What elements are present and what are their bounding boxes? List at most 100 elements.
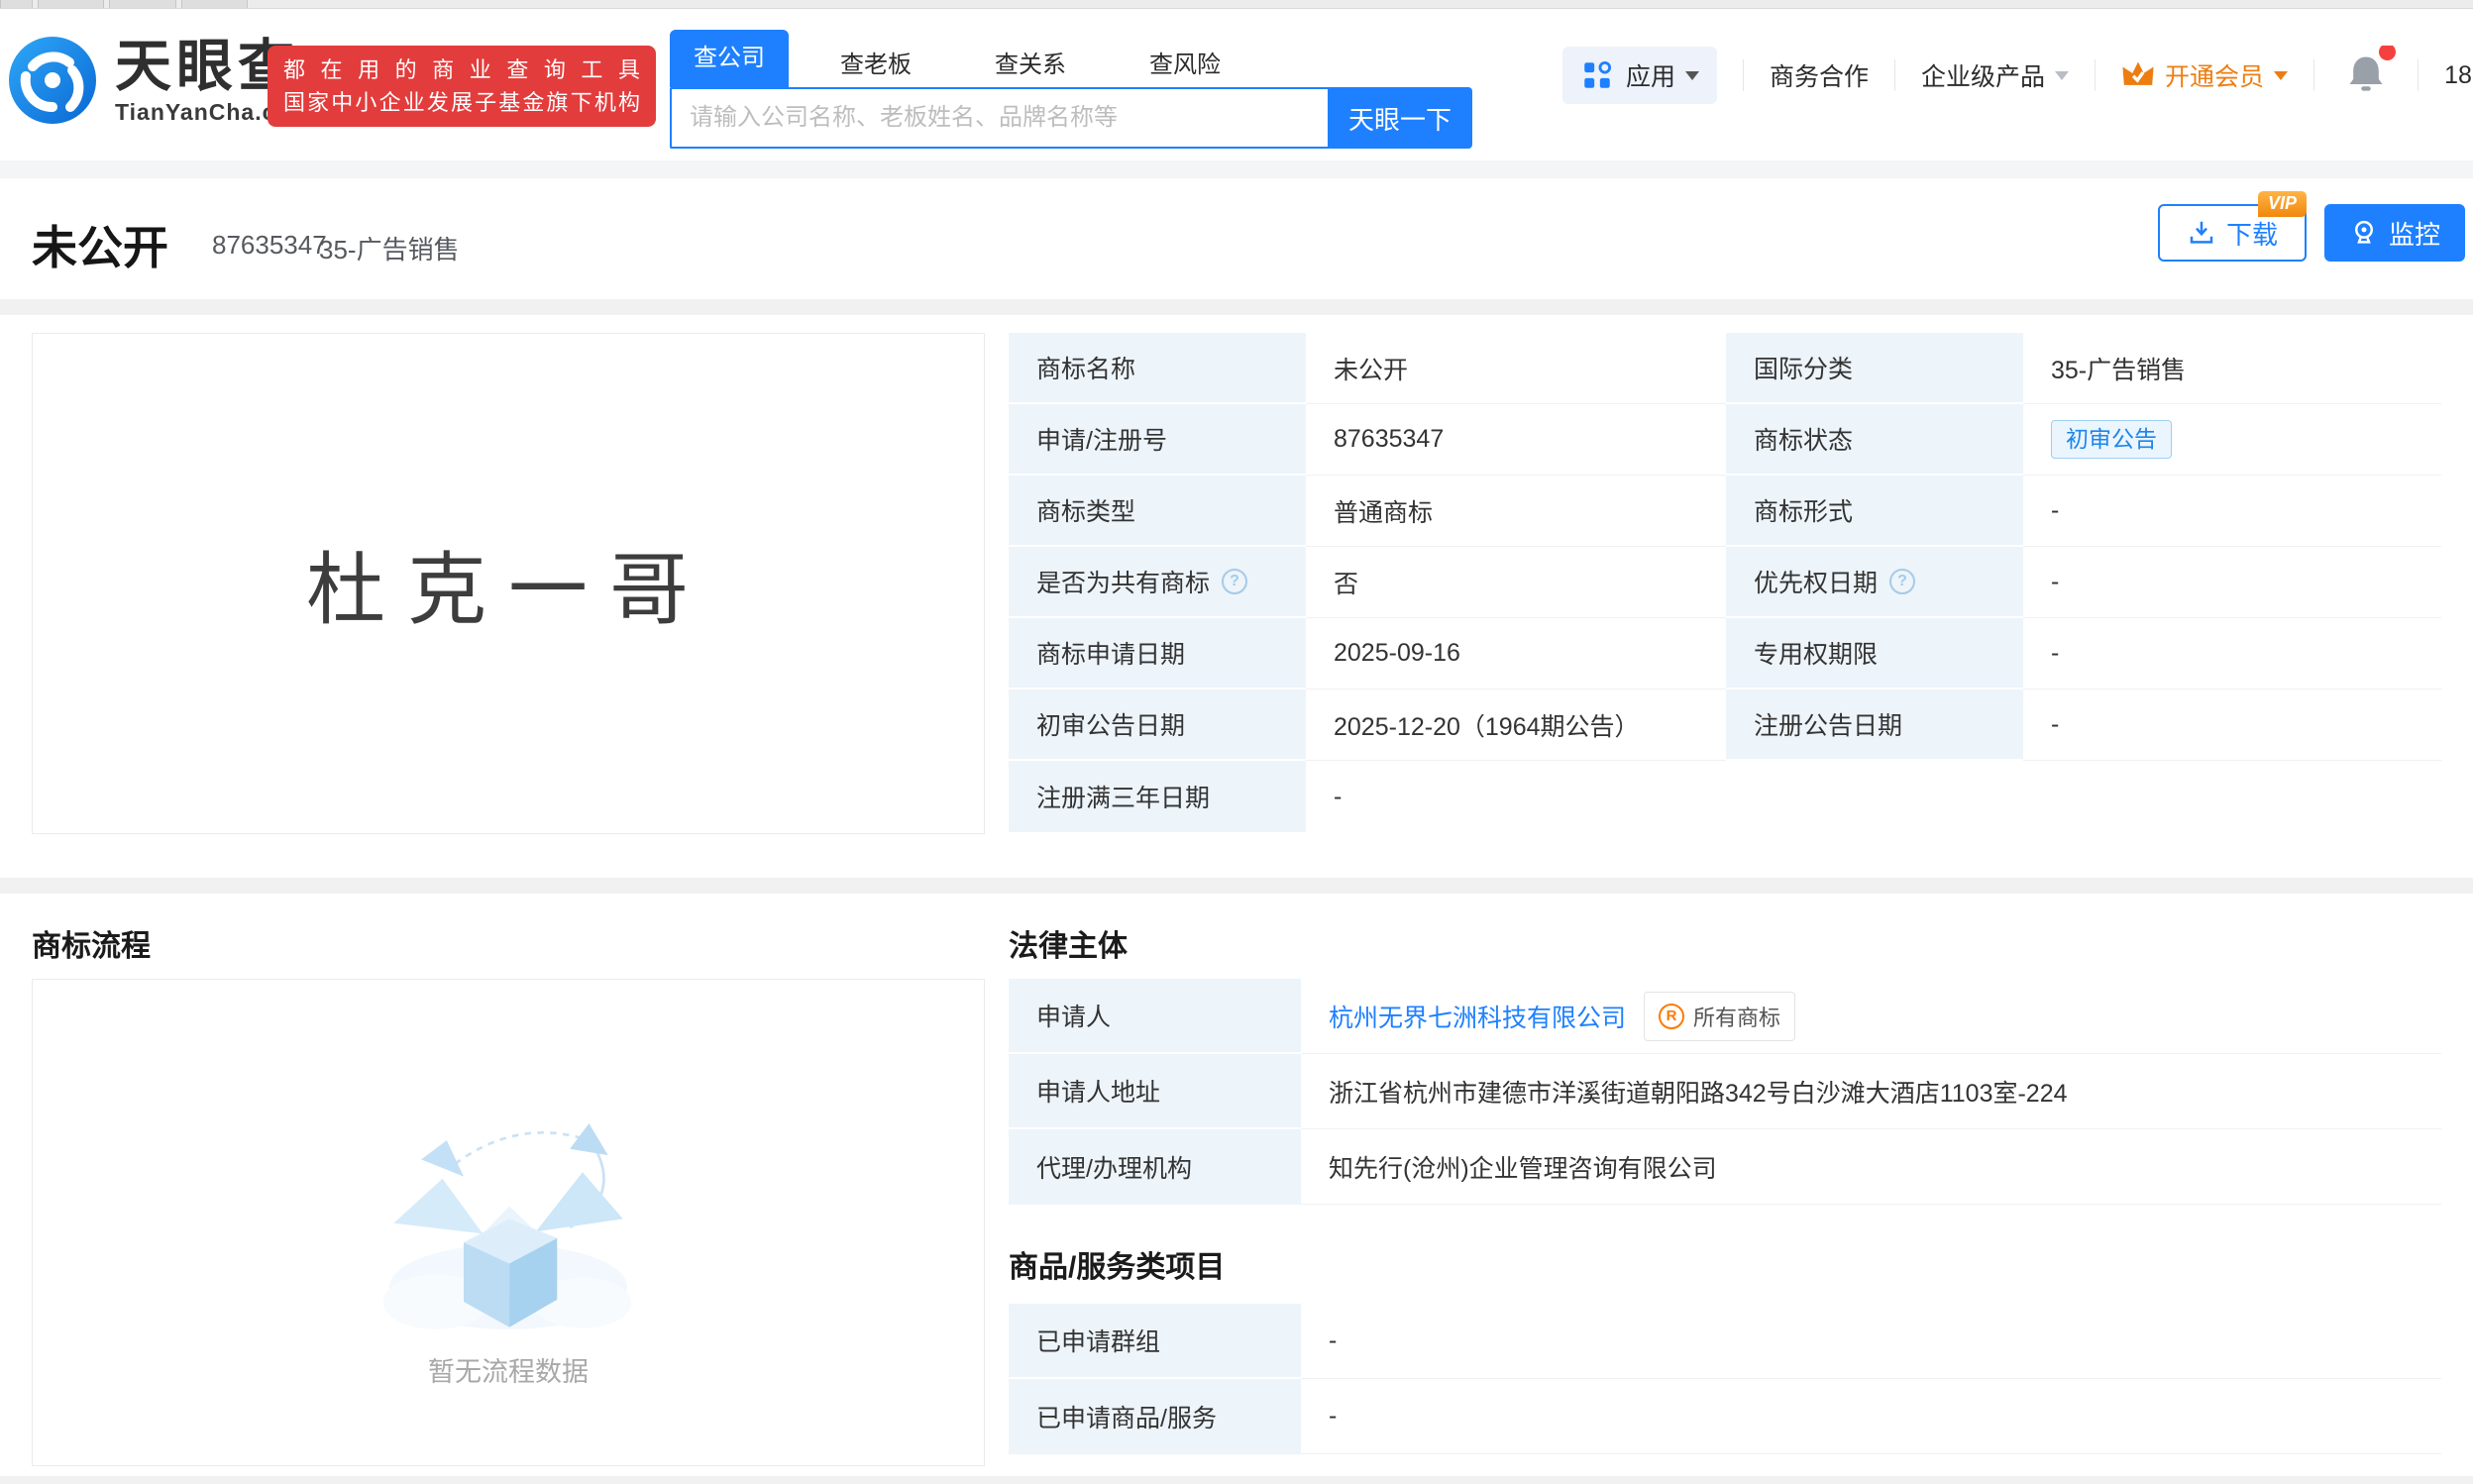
trademark-image-text: 杜克一哥 [306, 526, 710, 641]
chevron-down-icon [2055, 71, 2069, 80]
tab-relation[interactable]: 查关系 [989, 44, 1072, 87]
search-button[interactable]: 天眼一下 [1328, 87, 1472, 149]
field-value: - [2023, 618, 2441, 689]
value-text: 普通商标 [1334, 493, 1433, 529]
apps-menu[interactable]: 应用 [1562, 47, 1717, 104]
field-value: 35-广告销售 [2023, 333, 2441, 404]
field-value: 87635347 [1306, 404, 1726, 476]
search-row: 天眼一下 [670, 87, 1472, 149]
field-value: - [2023, 547, 2441, 618]
label-text: 专用权期限 [1754, 635, 1878, 671]
registration-number: 87635347 [212, 230, 327, 261]
promo-line-1: 都在用的商业查询工具 [283, 53, 640, 86]
field-value: 未公开 [1306, 333, 1726, 404]
field-value: 2025-12-20（1964期公告） [1306, 689, 1726, 761]
field-value: 浙江省杭州市建德市洋溪街道朝阳路342号白沙滩大酒店1103室-224 [1301, 1054, 2441, 1129]
field-label: 国际分类 [1726, 333, 2023, 404]
label-text: 初审公告日期 [1036, 706, 1185, 742]
value-text: - [1329, 1402, 1337, 1431]
field-value: 知先行(沧州)企业管理咨询有限公司 [1301, 1129, 2441, 1205]
value-text: - [2051, 568, 2059, 596]
nav-vip[interactable]: 开通会员 [2121, 57, 2288, 93]
chevron-down-icon [1685, 71, 1699, 80]
field-value: - [1301, 1304, 2441, 1379]
label-text: 申请人地址 [1036, 1073, 1160, 1109]
tab-boss[interactable]: 查老板 [834, 44, 917, 87]
monitor-button[interactable]: 监控 [2324, 204, 2465, 262]
field-value: - [2023, 476, 2441, 547]
account-menu[interactable]: 186*... [2444, 61, 2473, 90]
trademark-image: 杜克一哥 [32, 333, 985, 834]
empty-cell [1726, 761, 2023, 832]
process-section-title: 商标流程 [32, 921, 151, 965]
label-text: 优先权日期 [1754, 564, 1878, 599]
nav-enterprise-label: 企业级产品 [1921, 57, 2045, 93]
divider-band [0, 160, 2473, 178]
value-text: 未公开 [1334, 351, 1408, 386]
field-label: 已申请商品/服务 [1009, 1379, 1301, 1454]
label-text: 申请/注册号 [1036, 421, 1167, 457]
label-text: 已申请商品/服务 [1036, 1399, 1217, 1434]
search-tabs: 查公司 查老板 查关系 查风险 [670, 30, 1472, 87]
divider [1743, 59, 1744, 91]
nav-cooperation[interactable]: 商务合作 [1770, 57, 1869, 93]
value-text: 知先行(沧州)企业管理咨询有限公司 [1329, 1149, 1717, 1185]
field-value: 杭州无界七洲科技有限公司 R 所有商标 [1301, 979, 2441, 1054]
goods-section-title: 商品/服务类项目 [1009, 1242, 1225, 1286]
applicant-link[interactable]: 杭州无界七洲科技有限公司 [1329, 999, 1626, 1034]
tianyancha-logo[interactable]: 天眼查 TianYanCha.com [8, 36, 312, 126]
strip-segment [0, 0, 33, 8]
value-text: 2025-09-16 [1334, 639, 1460, 668]
field-value: - [1306, 761, 1726, 832]
label-text: 商标申请日期 [1036, 635, 1185, 671]
divider [2418, 59, 2419, 91]
intl-class: 35-广告销售 [319, 230, 460, 266]
basic-info-section: 杜克一哥 商标名称 未公开 国际分类 35-广告销售 申请/注册号 876353… [0, 315, 2473, 878]
status-badge[interactable]: 初审公告 [2051, 420, 2172, 459]
empty-cell [2023, 761, 2441, 832]
monitor-camera-icon [2349, 218, 2379, 248]
registered-icon: R [1659, 1004, 1684, 1029]
value-text: 2025-12-20（1964期公告） [1334, 707, 1640, 743]
field-label: 初审公告日期 [1009, 689, 1306, 761]
basic-info-table: 商标名称 未公开 国际分类 35-广告销售 申请/注册号 87635347 商标… [1009, 333, 2441, 832]
field-value: 普通商标 [1306, 476, 1726, 547]
goods-table: 已申请群组 - 已申请商品/服务 - [1009, 1304, 2441, 1454]
label-text: 商标状态 [1754, 421, 1853, 457]
legal-table: 申请人 杭州无界七洲科技有限公司 R 所有商标 申请人地址 浙江省杭州市建德市洋… [1009, 979, 2441, 1205]
field-label: 申请人 [1009, 979, 1301, 1054]
nav-enterprise[interactable]: 企业级产品 [1921, 57, 2069, 93]
notifications-bell[interactable] [2344, 52, 2388, 100]
field-label: 商标类型 [1009, 476, 1306, 547]
title-bar: 未公开 87635347 35-广告销售 下载 VIP 监控 [0, 178, 2473, 299]
label-text: 代理/办理机构 [1036, 1149, 1192, 1185]
help-icon[interactable]: ? [1222, 569, 1247, 594]
field-value: 2025-09-16 [1306, 618, 1726, 689]
all-trademarks-badge[interactable]: R 所有商标 [1644, 992, 1795, 1041]
vip-badge: VIP [2258, 191, 2307, 217]
tianyancha-logo-icon [8, 36, 97, 125]
download-icon [2187, 218, 2216, 248]
empty-box-illustration [379, 1109, 637, 1331]
field-label: 商标名称 [1009, 333, 1306, 404]
empty-state: 暂无流程数据 [33, 1109, 984, 1389]
label-text: 注册满三年日期 [1036, 779, 1210, 814]
value-text: - [1329, 1326, 1337, 1355]
search-input[interactable] [670, 87, 1328, 149]
badge-label: 所有商标 [1693, 1001, 1780, 1032]
field-label: 专用权期限 [1726, 618, 2023, 689]
label-text: 注册公告日期 [1754, 706, 1902, 742]
site-header: 天眼查 TianYanCha.com 都在用的商业查询工具 国家中小企业发展子基… [0, 10, 2473, 160]
download-button[interactable]: 下载 VIP [2158, 204, 2307, 262]
legal-section-title: 法律主体 [1009, 921, 1128, 965]
help-icon[interactable]: ? [1889, 569, 1915, 594]
divider [2095, 59, 2096, 91]
divider-band [0, 299, 2473, 315]
divider [2313, 59, 2314, 91]
process-empty-box: 暂无流程数据 [32, 979, 985, 1466]
apps-grid-icon [1580, 58, 1614, 92]
divider-band [0, 878, 2473, 894]
value-text: - [2051, 639, 2059, 668]
tab-company[interactable]: 查公司 [670, 30, 789, 87]
tab-risk[interactable]: 查风险 [1143, 44, 1227, 87]
